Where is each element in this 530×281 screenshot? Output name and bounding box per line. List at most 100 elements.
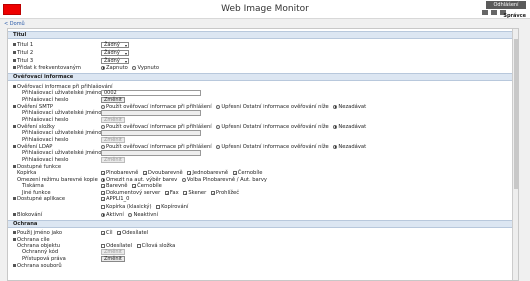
printer-bw-checkbox[interactable]: ✓: [132, 183, 137, 188]
apps-copy-classic-checkbox[interactable]: [101, 204, 105, 209]
protect-object-folder-checkbox[interactable]: [136, 243, 141, 248]
limit-b-radio[interactable]: [181, 177, 186, 182]
title2-label: Titul 2: [17, 50, 34, 56]
apps-copy-classic-label: Kopírka (klasický): [106, 204, 152, 210]
admin-area: Správce: [482, 10, 526, 19]
printer-label: Tiskárna: [22, 183, 44, 189]
freq-off-label: Vypnuto: [137, 65, 160, 71]
copier-single-label: Jednobarevně: [192, 170, 229, 176]
copier-single-checkbox[interactable]: ✓: [187, 170, 192, 175]
folder-none-radio[interactable]: [333, 124, 338, 129]
printer-row: Tiskárna ✓Barevně ✓Černobíle: [8, 183, 512, 190]
other-doc-checkbox[interactable]: ✓: [101, 190, 105, 195]
file-protect-label: Ochrana souborů: [17, 263, 62, 269]
apps-copy-checkbox[interactable]: [156, 204, 161, 209]
ldap-use-radio[interactable]: [101, 144, 105, 149]
smtp-none-radio[interactable]: [333, 104, 338, 109]
title2-select[interactable]: Žádný ▾: [101, 50, 129, 56]
printer-color-label: Barevně: [106, 183, 128, 189]
use-name-row: Použij jméno jako ✓Cíl ✓Odesílatel: [8, 230, 512, 237]
block-inactive-radio[interactable]: [128, 212, 133, 217]
copier-two-label: Dvoubarevně: [147, 170, 183, 176]
smtp-specify-radio[interactable]: [216, 104, 221, 109]
copier-bw-checkbox[interactable]: ✓: [232, 170, 237, 175]
main-panel: Titul Titul 1 Žádný ▾ Titul 2 Žádný ▾ Titu…: [7, 28, 519, 281]
smtp-user-label: Přihlašovací uživatelské jméno: [22, 110, 102, 116]
folder-pass-row: Přihlašovací heslo Změnit: [8, 137, 512, 144]
scroll-thumb[interactable]: [514, 39, 518, 189]
top-bar: Web Image Monitor Odhlášení Správce: [0, 0, 530, 19]
use-name-label: Použij jméno jako: [17, 230, 63, 236]
block-row: Blokování Aktivní Neaktivní: [8, 212, 512, 219]
smtp-pass-change-button[interactable]: Změnit: [101, 117, 125, 123]
protect-code-row: Ochranný kód Změnit: [8, 249, 512, 256]
protect-object-sender-checkbox[interactable]: [101, 243, 105, 248]
admin-label: Správce: [503, 13, 526, 19]
app-title: Web Image Monitor: [221, 4, 309, 14]
ldap-user-row: Přihlašovací uživatelské jméno: [8, 150, 512, 157]
title3-row: Titul 3 Žádný ▾: [8, 58, 512, 65]
folder-specify-radio[interactable]: [216, 124, 221, 129]
folder-user-row: Přihlašovací uživatelské jméno: [8, 130, 512, 137]
block-active-label: Aktivní: [106, 212, 124, 218]
freq-off-radio[interactable]: [132, 65, 137, 70]
title3-select[interactable]: Žádný ▾: [101, 58, 129, 64]
title3-label: Titul 3: [17, 58, 34, 64]
title1-label: Titul 1: [17, 42, 34, 48]
copier-full-checkbox[interactable]: ✓: [101, 170, 105, 175]
login-pass-change-button[interactable]: Změnit: [101, 97, 125, 103]
ldap-user-input[interactable]: [101, 150, 201, 156]
login-user-input[interactable]: 0002: [101, 90, 201, 96]
protect-code-change-button[interactable]: Změnit: [101, 249, 125, 255]
printer-bw-label: Černobíle: [137, 183, 162, 189]
ldap-pass-label: Přihlašovací heslo: [22, 157, 69, 163]
other-scan-checkbox[interactable]: ✓: [183, 190, 188, 195]
copier-bw-label: Černobíle: [237, 170, 263, 176]
folder-pass-change-button[interactable]: Změnit: [101, 137, 125, 143]
printer-color-checkbox[interactable]: ✓: [101, 183, 105, 188]
ldap-none-radio[interactable]: [333, 144, 338, 149]
file-protect-row: Ochrana souborů: [8, 263, 512, 270]
smtp-user-input[interactable]: [101, 110, 201, 116]
other-browser-checkbox[interactable]: ✓: [210, 190, 215, 195]
copier-row: Kopírka ✓Plnobarevně ✓Dvoubarevně ✓Jedno…: [8, 170, 512, 177]
access-change-button[interactable]: Změnit: [101, 256, 125, 262]
logout-button[interactable]: Odhlášení: [486, 1, 526, 9]
use-name-sender-checkbox[interactable]: ✓: [117, 230, 122, 235]
apps-row: Dostupné aplikace ✓APPLI1_0: [8, 196, 512, 203]
copier-two-checkbox[interactable]: ✓: [142, 170, 147, 175]
ldap-user-label: Přihlašovací uživatelské jméno: [22, 150, 102, 156]
ldap-pass-row: Přihlašovací heslo Změnit: [8, 157, 512, 164]
help-icon[interactable]: [491, 10, 497, 15]
login-user-row: Přihlašovací uživatelské jméno 0002: [8, 90, 512, 97]
home-icon[interactable]: [482, 10, 488, 15]
ldap-pass-change-button[interactable]: Změnit: [101, 157, 125, 163]
home-link[interactable]: < Domů: [4, 21, 25, 27]
protect-code-label: Ochranný kód: [22, 249, 59, 255]
login-user-label: Přihlašovací uživatelské jméno: [22, 90, 102, 96]
section-protection-header: Ochrana: [8, 220, 512, 228]
freq-on-radio[interactable]: [101, 65, 105, 70]
folder-user-label: Přihlašovací uživatelské jméno: [22, 130, 102, 136]
folder-use-radio[interactable]: [101, 124, 105, 129]
smtp-pass-row: Přihlašovací heslo Změnit: [8, 117, 512, 124]
section-auth-header: Ověřovací informace: [8, 73, 512, 81]
limit-a-radio[interactable]: [101, 177, 105, 182]
title2-row: Titul 2 Žádný ▾: [8, 50, 512, 57]
title1-select[interactable]: Žádný ▾: [101, 42, 129, 48]
ldap-specify-radio[interactable]: [216, 144, 221, 149]
copier-full-label: Plnobarevně: [106, 170, 139, 176]
use-name-target-checkbox[interactable]: ✓: [101, 230, 105, 235]
other-fax-checkbox[interactable]: ✓: [164, 190, 169, 195]
apps-label: Dostupné aplikace: [17, 196, 66, 202]
copier-label: Kopírka: [17, 170, 37, 176]
smtp-use-radio[interactable]: [101, 104, 105, 109]
freq-label: Přidat k frekventovaným: [17, 65, 81, 71]
block-active-radio[interactable]: [101, 212, 105, 217]
smtp-pass-label: Přihlašovací heslo: [22, 117, 69, 123]
login-pass-row: Přihlašovací heslo Změnit: [8, 97, 512, 104]
login-pass-label: Přihlašovací heslo: [22, 97, 69, 103]
folder-user-input[interactable]: [101, 130, 201, 136]
vertical-scrollbar[interactable]: [512, 29, 518, 280]
apps-checkbox[interactable]: ✓: [101, 196, 105, 201]
